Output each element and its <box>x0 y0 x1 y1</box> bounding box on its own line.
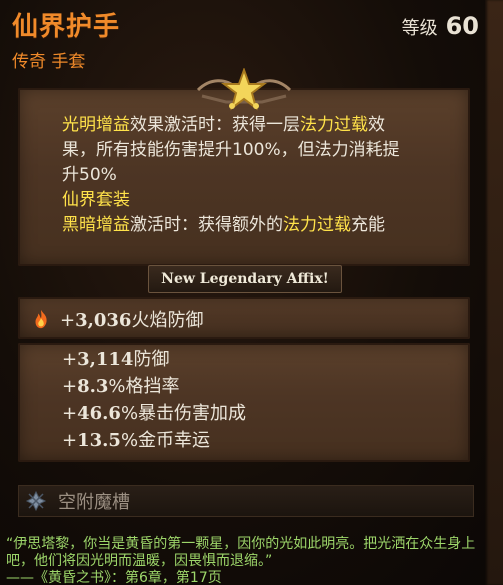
level-label: 等级 <box>401 18 438 39</box>
stat-prefix: + <box>62 403 78 424</box>
fire-stat-row: +3,036 火焰防御 <box>30 306 203 332</box>
flavor-text: “伊思塔黎，你当是黄昏的第一颗星，因你的光如此明亮。把光洒在众生身上吧，他们将因… <box>6 536 498 585</box>
level-value: 60 <box>445 12 479 40</box>
stat-value: 8.3 <box>77 376 109 397</box>
fire-icon <box>35 309 47 329</box>
stat-value: 46.6 <box>77 403 121 424</box>
socket-label: 空附魔槽 <box>58 492 130 513</box>
item-tooltip: 仙界护手 传奇 手套 等级 60 光明增益效果激活时：获得一层法力过载效果，所有… <box>0 0 503 585</box>
stat-defense: +3,114 防御 <box>62 346 246 373</box>
description-text-4: 充能 <box>351 215 385 235</box>
stat-label: 防御 <box>133 349 170 370</box>
new-affix-banner: New Legendary Affix! <box>148 265 342 293</box>
item-name: 仙界护手 <box>12 12 121 42</box>
stat-prefix: + <box>62 349 78 370</box>
item-description: 光明增益效果激活时：获得一层法力过载效果，所有技能伤害提升100%，但法力消耗提… <box>62 113 402 238</box>
stat-value: 3,114 <box>77 349 134 370</box>
stat-prefix: + <box>62 376 78 397</box>
item-subtitle: 传奇 手套 <box>12 52 86 72</box>
description-text: 效果激活时：获得一层 <box>130 115 300 135</box>
dark-buff-keyword: 黑暗增益 <box>62 215 130 235</box>
item-level: 等级 60 <box>402 12 479 40</box>
stat-label: %暴击伤害加成 <box>120 403 247 424</box>
mana-overload-keyword-2: 法力过载 <box>283 215 351 235</box>
stat-label: %格挡率 <box>108 376 180 397</box>
flavor-quote: “伊思塔黎，你当是黄昏的第一颗星，因你的光如此明亮。把光洒在众生身上吧，他们将因… <box>6 536 476 569</box>
enchant-socket[interactable]: 空附魔槽 <box>18 485 474 517</box>
stat-value: 13.5 <box>77 430 121 451</box>
fire-stat-value: 3,036 <box>75 310 132 331</box>
empty-socket-icon <box>25 490 47 512</box>
light-buff-keyword: 光明增益 <box>62 115 130 135</box>
stat-crit-damage: +46.6 %暴击伤害加成 <box>62 400 246 427</box>
legendary-star-icon <box>196 68 292 111</box>
stat-block-chance: +8.3 %格挡率 <box>62 373 246 400</box>
stat-prefix: + <box>62 430 78 451</box>
stat-gold-luck: +13.5 %金币幸运 <box>62 427 246 454</box>
background-strip <box>485 0 503 585</box>
stat-list: +3,114 防御 +8.3 %格挡率 +46.6 %暴击伤害加成 +13.5 %金币幸… <box>62 346 246 454</box>
stat-label: %金币幸运 <box>120 430 211 451</box>
flavor-source: ——《黄昏之书》：第6章，第17页 <box>6 570 222 585</box>
fire-stat-prefix: + <box>60 310 76 331</box>
mana-overload-keyword: 法力过载 <box>300 115 368 135</box>
set-label: 仙界套装 <box>62 190 130 210</box>
fire-stat-label: 火焰防御 <box>131 310 204 331</box>
description-text-3: 激活时：获得额外的 <box>130 215 283 235</box>
